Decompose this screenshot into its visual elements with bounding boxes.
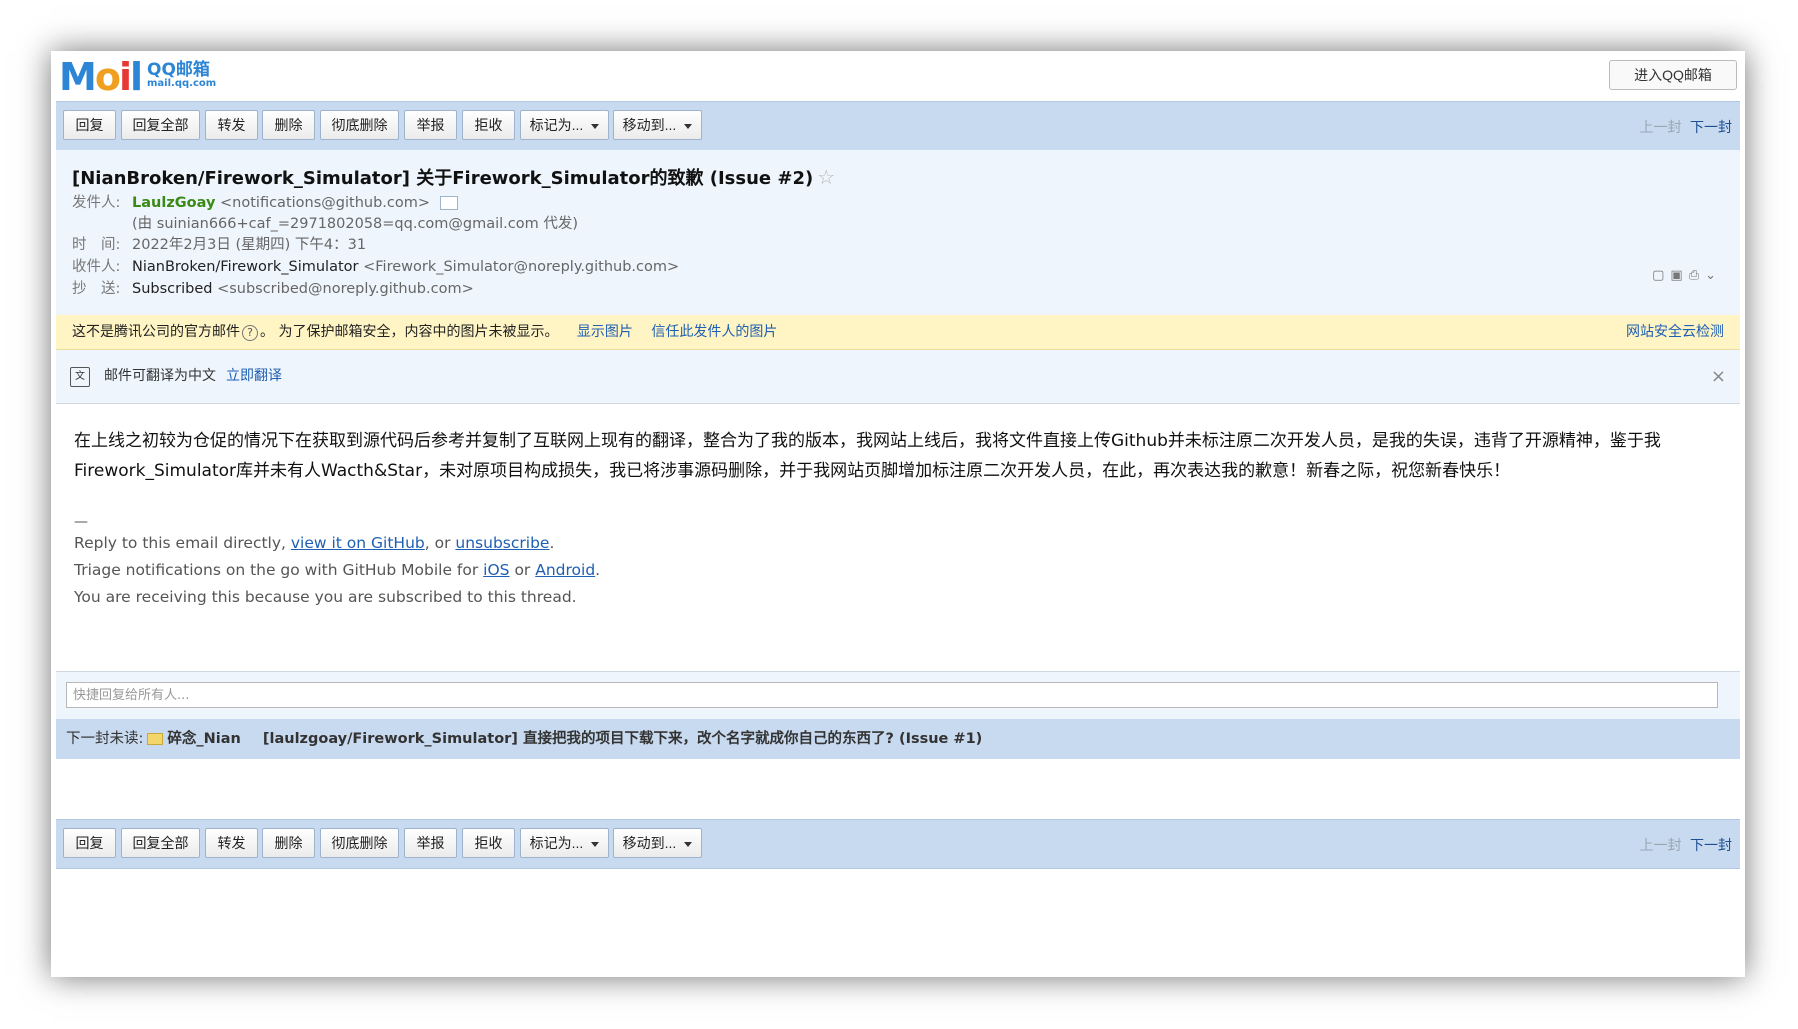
quick-reply-input[interactable]: 快捷回复给所有人... bbox=[66, 682, 1718, 708]
recipient-row: 收件人: NianBroken/Firework_Simulator <Firew… bbox=[72, 259, 680, 275]
next-mail-link[interactable]: 下一封 bbox=[1690, 120, 1732, 136]
report-button[interactable]: 举报 bbox=[404, 828, 457, 858]
cc-row: 抄 送: Subscribed <subscribed@noreply.githu… bbox=[72, 281, 474, 297]
mail-window: Moil QQ邮箱 mail.qq.com 进入QQ邮箱 回复 回复全部 转发 … bbox=[51, 51, 1745, 977]
mail-body: 在上线之初较为仓促的情况下在获取到源代码后参考并复制了互联网上现有的翻译，整合为… bbox=[74, 426, 1724, 611]
triage-line: Triage notifications on the go with GitH… bbox=[74, 561, 601, 579]
help-icon[interactable]: ? bbox=[242, 325, 258, 341]
permanent-delete-button[interactable]: 彻底删除 bbox=[320, 110, 399, 140]
enter-qq-mail-button[interactable]: 进入QQ邮箱 bbox=[1609, 60, 1737, 90]
report-button[interactable]: 举报 bbox=[404, 110, 457, 140]
cc-name[interactable]: Subscribed bbox=[132, 281, 212, 297]
translate-icon: 文 bbox=[70, 367, 90, 387]
reject-button[interactable]: 拒收 bbox=[462, 828, 515, 858]
close-icon[interactable]: × bbox=[1711, 350, 1726, 403]
logo-wordmark: Moil bbox=[59, 55, 143, 99]
security-scan-link[interactable]: 网站安全云检测 bbox=[1626, 315, 1724, 349]
trust-sender-link[interactable]: 信任此发件人的图片 bbox=[651, 324, 777, 340]
translate-now-link[interactable]: 立即翻译 bbox=[226, 368, 282, 384]
forward-button[interactable]: 转发 bbox=[205, 110, 258, 140]
recipient-name[interactable]: NianBroken/Firework_Simulator bbox=[132, 259, 359, 275]
android-link[interactable]: Android bbox=[535, 561, 595, 579]
unsubscribe-link[interactable]: unsubscribe bbox=[455, 534, 549, 552]
mail-subject: [NianBroken/Firework_Simulator] 关于Firewo… bbox=[72, 165, 836, 189]
permanent-delete-button[interactable]: 彻底删除 bbox=[320, 828, 399, 858]
contact-card-icon[interactable] bbox=[440, 196, 459, 210]
signature-dash: — bbox=[74, 514, 88, 530]
mail-header: [NianBroken/Firework_Simulator] 关于Firewo… bbox=[56, 150, 1740, 315]
sender-row: 发件人: LaulzGoay <notifications@github.com> bbox=[72, 191, 459, 212]
bottom-toolbar: 回复 回复全部 转发 删除 彻底删除 举报 拒收 标记为... 移动到... 上… bbox=[56, 819, 1740, 869]
reply-button[interactable]: 回复 bbox=[63, 828, 116, 858]
prev-mail-link[interactable]: 上一封 bbox=[1640, 838, 1682, 854]
mark-as-dropdown[interactable]: 标记为... bbox=[520, 110, 609, 140]
envelope-icon bbox=[147, 733, 164, 745]
more-icon[interactable]: ⌄ bbox=[1705, 268, 1722, 283]
view-on-github-link[interactable]: view it on GitHub bbox=[291, 534, 425, 552]
move-to-dropdown[interactable]: 移动到... bbox=[613, 828, 702, 858]
prev-mail-link[interactable]: 上一封 bbox=[1640, 120, 1682, 136]
star-icon[interactable]: ☆ bbox=[817, 165, 835, 189]
time-row: 时 间: 2022年2月3日 (星期四) 下午4：31 bbox=[72, 237, 367, 253]
reject-button[interactable]: 拒收 bbox=[462, 110, 515, 140]
logo-en: mail.qq.com bbox=[147, 78, 217, 89]
forward-button[interactable]: 转发 bbox=[205, 828, 258, 858]
body-paragraph: 在上线之初较为仓促的情况下在获取到源代码后参考并复制了互联网上现有的翻译，整合为… bbox=[74, 431, 1661, 481]
next-unread-bar[interactable]: 下一封未读: 碎念_Nian [laulzgoay/Firework_Simulat… bbox=[56, 719, 1740, 759]
translate-bar: 文 邮件可翻译为中文 立即翻译 × bbox=[56, 350, 1740, 404]
sender-name[interactable]: LaulzGoay bbox=[132, 195, 215, 211]
next-unread-sender[interactable]: 碎念_Nian bbox=[167, 731, 240, 747]
chevron-down-icon bbox=[591, 123, 600, 129]
qq-mail-logo[interactable]: Moil QQ邮箱 mail.qq.com bbox=[59, 57, 216, 97]
header-actions: ▢▣⎙⌄ bbox=[1652, 268, 1722, 283]
reply-all-button[interactable]: 回复全部 bbox=[121, 110, 200, 140]
ios-link[interactable]: iOS bbox=[483, 561, 509, 579]
next-unread-subject[interactable]: [laulzgoay/Firework_Simulator] 直接把我的项目下载… bbox=[263, 731, 982, 747]
chevron-down-icon bbox=[684, 841, 693, 847]
reply-line: Reply to this email directly, view it on… bbox=[74, 534, 555, 552]
mark-as-dropdown[interactable]: 标记为... bbox=[520, 828, 609, 858]
logo-text: QQ邮箱 mail.qq.com bbox=[147, 60, 217, 91]
reply-all-button[interactable]: 回复全部 bbox=[121, 828, 200, 858]
logo-cn: QQ邮箱 bbox=[147, 60, 210, 80]
quick-reply-area: 快捷回复给所有人... bbox=[56, 672, 1740, 719]
new-window-icon[interactable]: ▢ bbox=[1652, 268, 1670, 283]
save-icon[interactable]: ▣ bbox=[1670, 268, 1688, 283]
reply-button[interactable]: 回复 bbox=[63, 110, 116, 140]
mail-navigation: 上一封 下一封 bbox=[1640, 117, 1732, 137]
next-mail-link[interactable]: 下一封 bbox=[1690, 838, 1732, 854]
delete-button[interactable]: 删除 bbox=[262, 828, 315, 858]
move-to-dropdown[interactable]: 移动到... bbox=[613, 110, 702, 140]
receiving-line: You are receiving this because you are s… bbox=[74, 588, 577, 606]
chevron-down-icon bbox=[684, 123, 693, 129]
security-warning-bar: 这不是腾讯公司的官方邮件?。 为了保护邮箱安全，内容中的图片未被显示。 显示图片… bbox=[56, 315, 1740, 350]
delete-button[interactable]: 删除 bbox=[262, 110, 315, 140]
sender-address: <notifications@github.com> bbox=[220, 195, 431, 211]
top-toolbar: 回复 回复全部 转发 删除 彻底删除 举报 拒收 标记为... 移动到... 上… bbox=[56, 101, 1740, 151]
show-images-link[interactable]: 显示图片 bbox=[577, 324, 633, 340]
proxy-row: (由 suinian666+caf_=2971802058=qq.com@gma… bbox=[132, 216, 579, 232]
logo-bar: Moil QQ邮箱 mail.qq.com 进入QQ邮箱 bbox=[51, 51, 1745, 101]
mail-navigation: 上一封 下一封 bbox=[1640, 835, 1732, 855]
print-icon[interactable]: ⎙ bbox=[1689, 268, 1705, 283]
chevron-down-icon bbox=[591, 841, 600, 847]
